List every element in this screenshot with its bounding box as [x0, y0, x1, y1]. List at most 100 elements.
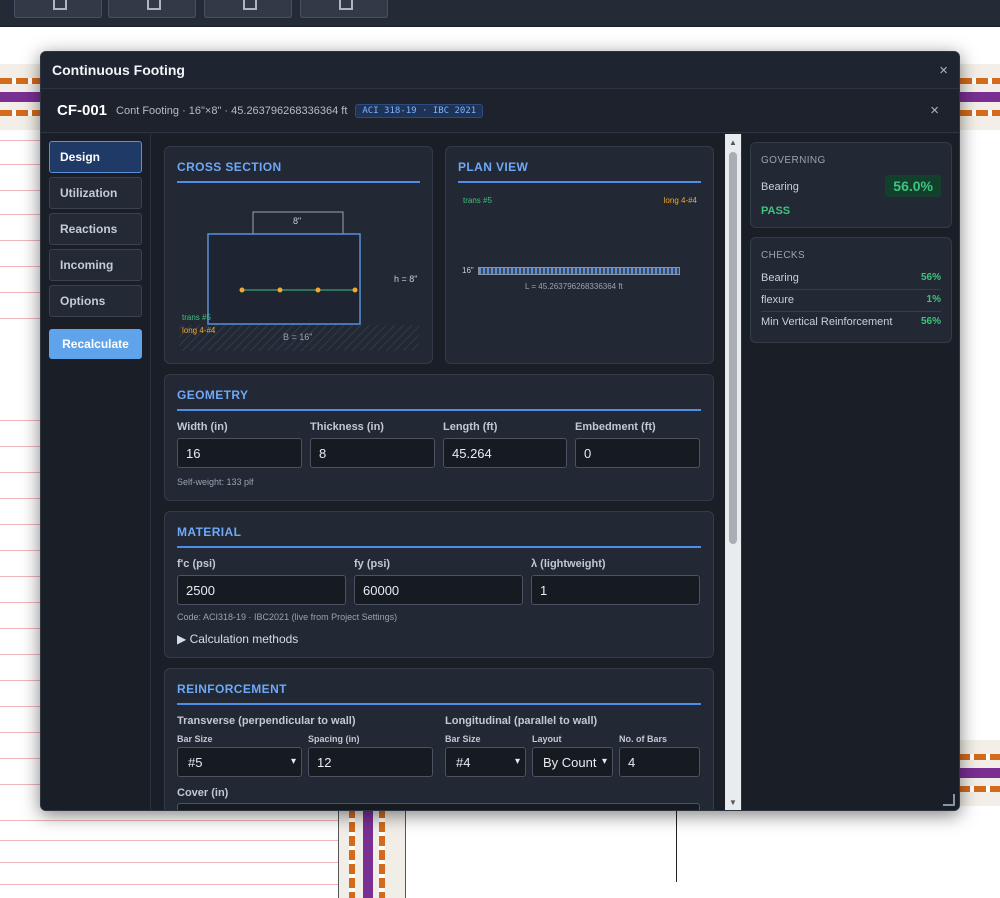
trans-spacing-label: Spacing (in) — [308, 734, 360, 744]
check-row[interactable]: Min Vertical Reinforcement 56% — [761, 312, 941, 334]
grid-line — [0, 190, 40, 191]
grid-line — [0, 550, 40, 551]
dialog-header: Continuous Footing × — [41, 52, 959, 89]
grid-line — [0, 292, 40, 293]
grid-line — [0, 602, 40, 603]
toolbar-button-footing-3[interactable] — [204, 0, 292, 18]
grid-line — [0, 654, 40, 655]
toolbar-button-footing-1[interactable] — [14, 0, 102, 18]
grid-line — [0, 628, 40, 629]
thickness-label: Thickness (in) — [310, 421, 384, 433]
fc-input[interactable]: 2500 — [177, 575, 346, 605]
fy-input[interactable]: 60000 — [354, 575, 523, 605]
long-label: long 4-#4 — [182, 326, 216, 335]
tab-incoming[interactable]: Incoming — [49, 249, 142, 281]
check-row[interactable]: flexure 1% — [761, 290, 941, 312]
grid-line — [0, 784, 40, 785]
fy-label: fy (psi) — [354, 558, 391, 570]
scrollbar[interactable]: ▲ ▼ — [725, 134, 741, 810]
scroll-down-icon[interactable]: ▼ — [729, 798, 737, 807]
scroll-up-icon[interactable]: ▲ — [729, 138, 737, 147]
check-name: Min Vertical Reinforcement — [761, 316, 893, 328]
recalculate-button[interactable]: Recalculate — [49, 329, 142, 359]
grid-line — [0, 758, 40, 759]
material-card: MATERIAL f'c (psi) fy (psi) λ (lightweig… — [164, 511, 714, 658]
length-input[interactable]: 45.264 — [443, 438, 567, 468]
long-layout-value: By Count — [543, 755, 597, 770]
plan-view-title: PLAN VIEW — [458, 160, 529, 174]
check-row[interactable]: Bearing 56% — [761, 268, 941, 290]
dialog-title: Continuous Footing — [52, 62, 185, 78]
grid-line — [0, 214, 40, 215]
long-layout-select[interactable]: By Count ▾ — [532, 747, 613, 777]
trans-label: trans #5 — [182, 313, 211, 322]
grid-line — [0, 732, 40, 733]
tab-options[interactable]: Options — [49, 285, 142, 317]
transverse-label: Transverse (perpendicular to wall) — [177, 715, 356, 727]
wall-width-label: 8" — [293, 216, 302, 226]
reinforcement-title: REINFORCEMENT — [177, 682, 287, 696]
wall-strip-left — [0, 64, 40, 130]
self-weight-note: Self-weight: 133 plf — [177, 477, 254, 487]
close-icon[interactable]: × — [930, 102, 939, 119]
grid-line — [0, 446, 40, 447]
embedment-input[interactable]: 0 — [575, 438, 700, 468]
grid-line — [676, 810, 677, 882]
grid-line — [0, 680, 40, 681]
check-value: 1% — [926, 294, 941, 305]
long-bar-size-select[interactable]: #4 ▾ — [445, 747, 526, 777]
long-bar-dot — [239, 287, 245, 293]
resize-handle[interactable] — [943, 794, 955, 806]
long-layout-label: Layout — [532, 734, 562, 744]
footing-icon — [147, 0, 161, 10]
grid-line — [0, 524, 40, 525]
code-note: Code: ACI318-19 · IBC2021 (live from Pro… — [177, 612, 398, 622]
scrollbar-thumb[interactable] — [729, 152, 737, 544]
grid-line — [0, 862, 338, 863]
grid-line — [0, 840, 338, 841]
footing-outline — [207, 233, 361, 325]
wall-vertical — [338, 808, 406, 898]
wall-strip-right — [960, 64, 1000, 130]
trans-bar-size-label: Bar Size — [177, 734, 213, 744]
design-panel[interactable]: CROSS SECTION 8" h = 8" B = 16" trans #5… — [151, 134, 741, 810]
width-label: Width (in) — [177, 421, 228, 433]
plan-view-card: PLAN VIEW trans #5 long 4-#4 16" L = 45.… — [445, 146, 714, 364]
plan-length-label: L = 45.263796268336364 ft — [525, 282, 623, 291]
long-bar-size-label: Bar Size — [445, 734, 481, 744]
tab-reactions[interactable]: Reactions — [49, 213, 142, 245]
trans-spacing-input[interactable]: 12 — [308, 747, 433, 777]
long-bar-dot — [352, 287, 358, 293]
width-input[interactable]: 16 — [177, 438, 302, 468]
tab-design[interactable]: Design — [49, 141, 142, 173]
cover-input[interactable] — [177, 803, 700, 810]
grid-line — [0, 498, 40, 499]
calculation-methods-toggle[interactable]: ▶ Calculation methods — [177, 632, 298, 646]
longitudinal-label: Longitudinal (parallel to wall) — [445, 715, 598, 727]
trans-bar-size-select[interactable]: #5 ▾ — [177, 747, 302, 777]
governing-card: GOVERNING Bearing 56.0% PASS — [750, 142, 952, 228]
check-value: 56% — [920, 272, 941, 283]
long-bar-size-value: #4 — [456, 755, 471, 770]
element-id: CF-001 — [57, 102, 108, 119]
reinforcement-card: REINFORCEMENT Transverse (perpendicular … — [164, 668, 714, 810]
element-header: CF-001 Cont Footing · 16"×8" · 45.263796… — [41, 89, 959, 133]
fc-label: f'c (psi) — [177, 558, 216, 570]
lambda-input[interactable]: 1 — [531, 575, 700, 605]
chevron-down-icon: ▾ — [601, 756, 607, 767]
close-icon[interactable]: × — [939, 62, 948, 79]
cross-section-card: CROSS SECTION 8" h = 8" B = 16" trans #5… — [164, 146, 433, 364]
check-name: Bearing — [761, 272, 799, 284]
tab-utilization[interactable]: Utilization — [49, 177, 142, 209]
toolbar-button-footing-2[interactable] — [108, 0, 196, 18]
grid-line — [0, 318, 40, 319]
check-name: flexure — [761, 294, 795, 306]
embedment-label: Embedment (ft) — [575, 421, 656, 433]
grid-line — [0, 420, 40, 421]
long-count-input[interactable]: 4 — [619, 747, 700, 777]
footing-icon — [53, 0, 67, 10]
lambda-label: λ (lightweight) — [531, 558, 606, 570]
plan-footing-strip — [478, 267, 680, 275]
toolbar-button-footing-4[interactable] — [300, 0, 388, 18]
thickness-input[interactable]: 8 — [310, 438, 435, 468]
